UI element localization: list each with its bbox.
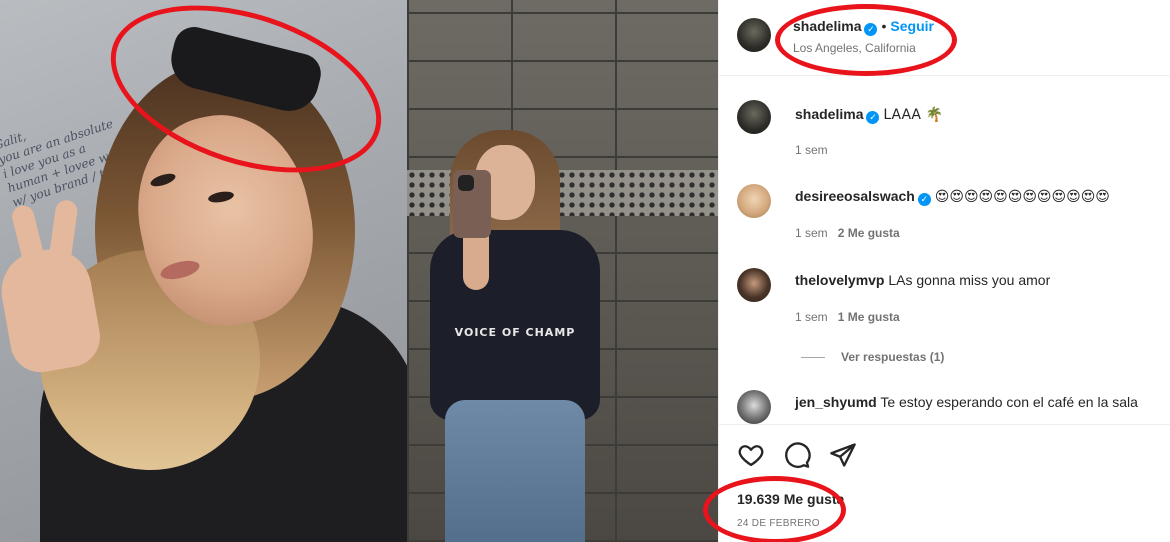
avatar[interactable]	[737, 268, 771, 302]
view-replies-label: Ver respuestas (1)	[841, 350, 945, 364]
comment-time: 1 sem	[795, 310, 828, 324]
comment-likes[interactable]: 2 Me gusta	[838, 226, 900, 240]
comment-text: thelovelymvp LAs gonna miss you amor	[795, 272, 1050, 288]
comment-text: jen_shyumd Te estoy esperando con el caf…	[795, 394, 1138, 410]
caption-text: shadelima ✓ LAAA 🌴	[795, 106, 943, 124]
replies-line	[801, 357, 825, 359]
phone	[453, 170, 491, 238]
view-replies-link[interactable]: Ver respuestas (1)	[801, 350, 944, 364]
caption-body: LAAA 🌴	[883, 107, 943, 123]
comment-username[interactable]: thelovelymvp	[795, 272, 884, 288]
comment-body: Te estoy esperando con el café en la sal…	[880, 394, 1138, 410]
comment-meta: 1 sem 2 Me gusta	[795, 226, 900, 240]
avatar[interactable]	[737, 18, 771, 52]
heart-icon[interactable]	[737, 441, 765, 469]
avatar[interactable]	[737, 100, 771, 134]
share-icon[interactable]	[829, 441, 857, 469]
verified-badge-icon: ✓	[866, 111, 880, 124]
hoodie-print: VOICE OF CHAMP	[454, 326, 576, 339]
post-panel: shadelima ✓ • Seguir Los Angeles, Californi…	[718, 0, 1170, 542]
comment-time: 1 sem	[795, 226, 828, 240]
verified-badge-icon: ✓	[917, 193, 931, 206]
comment-username[interactable]: jen_shyumd	[795, 394, 877, 410]
jeans	[445, 400, 585, 542]
avatar[interactable]	[737, 184, 771, 218]
navy-hoodie	[430, 230, 600, 420]
comment-likes[interactable]: 1 Me gusta	[838, 310, 900, 324]
comment-meta: 1 sem 1 Me gusta	[795, 310, 900, 324]
annotation-ellipse-likes	[703, 476, 846, 542]
annotation-ellipse-header	[775, 4, 957, 76]
comment-username[interactable]: desireeosalswach	[795, 188, 915, 204]
comment-body: 😍😍😍😍😍😍😍😍😍😍😍😍	[934, 189, 1110, 205]
avatar[interactable]	[737, 390, 771, 424]
comment-body: LAs gonna miss you amor	[888, 272, 1051, 288]
phone-camera	[458, 175, 474, 191]
comment-icon[interactable]	[783, 441, 811, 469]
comment-text: desireeosalswach ✓ 😍😍😍😍😍😍😍😍😍😍😍😍	[795, 188, 1110, 206]
caption-username[interactable]: shadelima	[795, 106, 863, 122]
caption-time: 1 sem	[795, 143, 828, 157]
